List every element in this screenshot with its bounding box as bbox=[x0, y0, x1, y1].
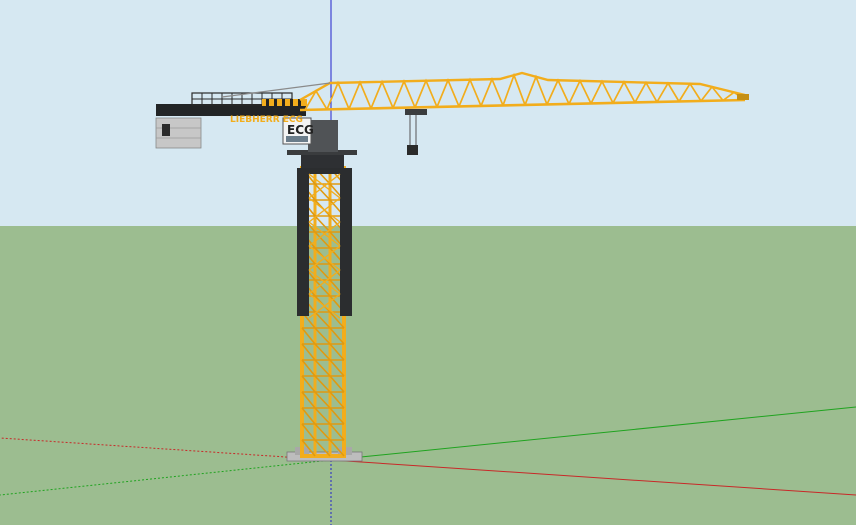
jib-tip bbox=[737, 94, 749, 100]
hook-block bbox=[407, 145, 418, 155]
scene-canvas[interactable]: ECG LIEBHERR ECG bbox=[0, 0, 856, 525]
3d-model-viewport[interactable]: ECG LIEBHERR ECG bbox=[0, 0, 856, 525]
ground-plane bbox=[0, 226, 856, 525]
jib-label: LIEBHERR ECG bbox=[230, 115, 303, 125]
counterweight-marker bbox=[162, 124, 170, 136]
sky bbox=[0, 0, 856, 226]
cab-label: ECG bbox=[287, 123, 314, 137]
